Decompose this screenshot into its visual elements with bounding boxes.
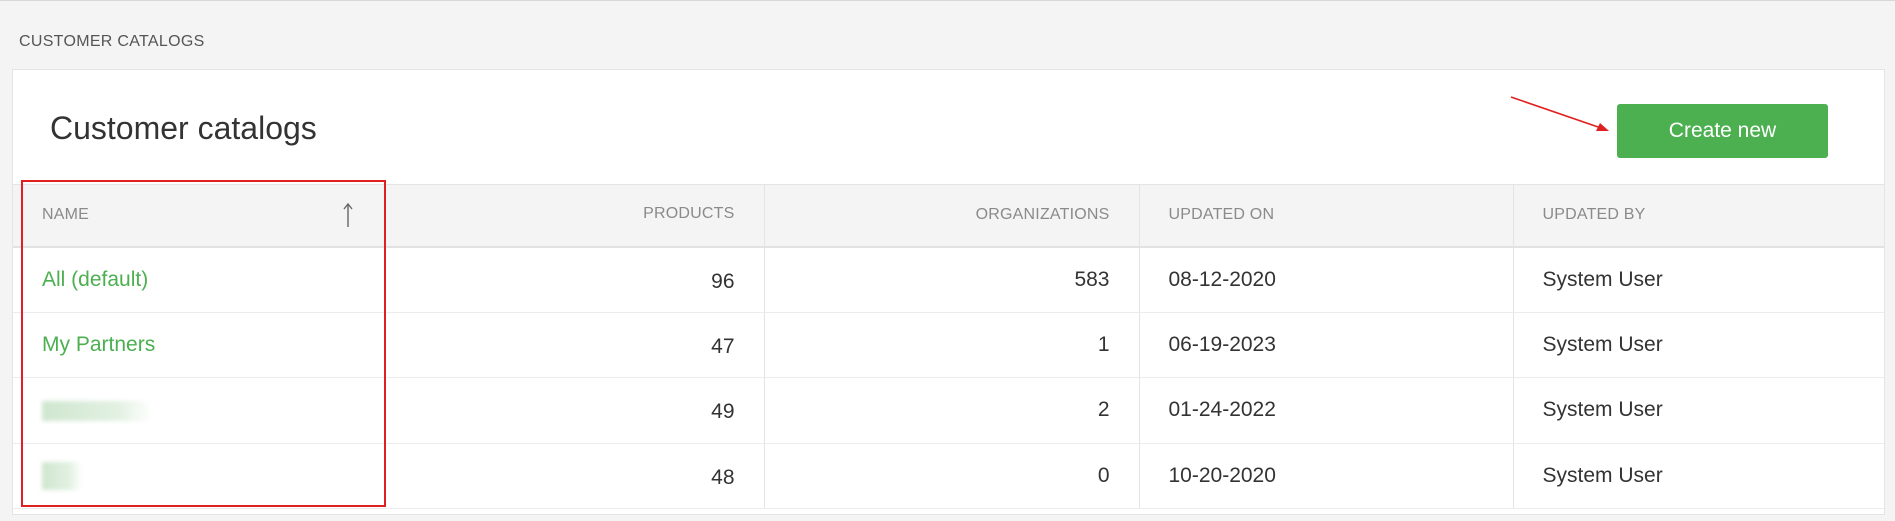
column-header-updated-by[interactable]: UPDATED BY: [1512, 184, 1884, 248]
redacted-name[interactable]: [42, 461, 82, 490]
create-new-button[interactable]: Create new: [1617, 104, 1828, 158]
organizations-cell: 0: [763, 443, 1139, 509]
sort-ascending-icon[interactable]: [341, 201, 355, 229]
updated-by-cell: System User: [1512, 312, 1884, 378]
updated-on-cell: 08-12-2020: [1138, 246, 1513, 313]
page-header: CUSTOMER CATALOGS: [0, 0, 1895, 70]
organizations-cell: 2: [763, 377, 1139, 444]
table-row: 49 2 01-24-2022 System User: [13, 377, 1884, 444]
updated-by-cell: System User: [1512, 246, 1884, 313]
products-cell: 49: [711, 400, 735, 423]
name-cell: My Partners 47: [13, 312, 764, 378]
column-header-organizations[interactable]: ORGANIZATIONS: [763, 184, 1139, 248]
updated-on-cell: 06-19-2023: [1138, 312, 1513, 378]
catalogs-table: NAME PRODUCTS ORGANIZATIONS UPDATED ON U…: [13, 184, 1884, 509]
catalog-name-link[interactable]: All (default): [42, 268, 148, 291]
updated-on-cell: 01-24-2022: [1138, 377, 1513, 444]
products-cell: 48: [711, 465, 735, 489]
column-header-updated-on[interactable]: UPDATED ON: [1138, 184, 1513, 248]
column-header-name-label: NAME: [42, 206, 90, 224]
column-header-products[interactable]: PRODUCTS: [643, 205, 734, 223]
organizations-cell: 583: [763, 246, 1139, 313]
page-label: CUSTOMER CATALOGS: [19, 33, 205, 50]
name-cell: 49: [13, 377, 764, 444]
updated-on-cell: 10-20-2020: [1138, 443, 1513, 509]
name-cell: All (default) 96: [13, 246, 764, 313]
products-cell: 96: [711, 269, 735, 293]
catalogs-card: Customer catalogs Create new NAME PRODUC…: [12, 69, 1885, 515]
name-cell: 48: [13, 443, 764, 509]
column-header-name[interactable]: NAME PRODUCTS: [13, 184, 764, 248]
table-header-row: NAME PRODUCTS ORGANIZATIONS UPDATED ON U…: [13, 184, 1884, 248]
updated-by-cell: System User: [1512, 377, 1884, 444]
table-row: All (default) 96 583 08-12-2020 System U…: [13, 246, 1884, 313]
redacted-name[interactable]: [42, 400, 152, 421]
table-row: 48 0 10-20-2020 System User: [13, 443, 1884, 509]
updated-by-cell: System User: [1512, 443, 1884, 509]
organizations-cell: 1: [763, 312, 1139, 378]
products-cell: 47: [711, 334, 735, 358]
page-title: Customer catalogs: [50, 110, 317, 146]
catalog-name-link[interactable]: My Partners: [42, 333, 155, 356]
table-row: My Partners 47 1 06-19-2023 System User: [13, 312, 1884, 378]
